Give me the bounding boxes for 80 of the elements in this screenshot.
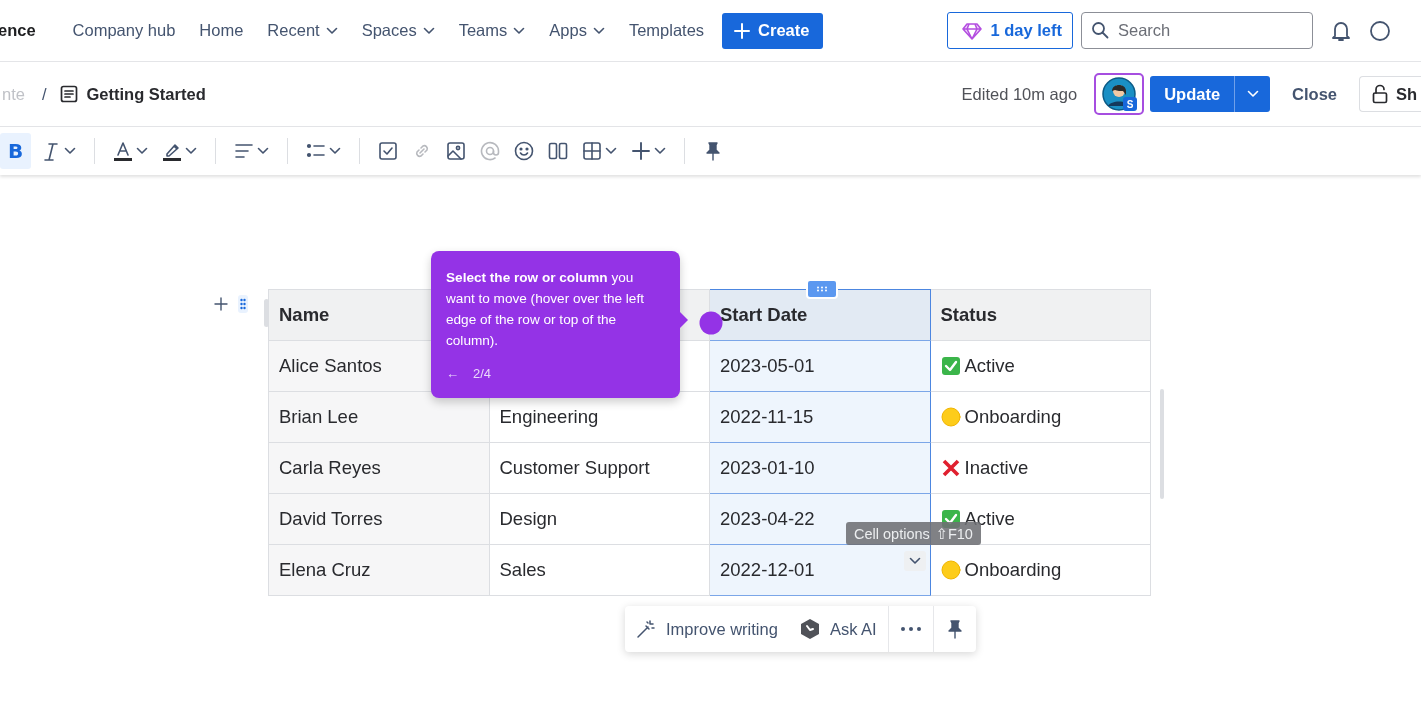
trial-button[interactable]: 1 day left bbox=[947, 12, 1073, 49]
chevron-down-icon bbox=[605, 147, 618, 155]
edited-time: Edited 10m ago bbox=[961, 84, 1078, 104]
avatar-badge: S bbox=[1123, 97, 1138, 111]
table-cell: Brian Lee bbox=[268, 391, 489, 443]
row-drag-handle[interactable] bbox=[238, 295, 248, 313]
table-cell: 2022-11-15 bbox=[709, 391, 930, 443]
step-counter: 2/4 bbox=[473, 365, 492, 383]
back-button[interactable]: ← bbox=[446, 363, 459, 384]
hexagon-icon bbox=[799, 618, 820, 640]
grip-icon bbox=[816, 286, 828, 292]
magic-wand-icon bbox=[636, 619, 656, 639]
table-cell: 2023-05-01 bbox=[709, 340, 930, 392]
page-title: Getting Started bbox=[86, 84, 207, 104]
nav-link[interactable]: Spaces bbox=[361, 21, 435, 40]
plus-icon bbox=[734, 22, 751, 39]
chevron-down-icon bbox=[64, 147, 77, 155]
checkbox-icon bbox=[378, 140, 399, 162]
update-options-button[interactable] bbox=[1234, 76, 1271, 112]
status-text: Inactive bbox=[964, 457, 1029, 479]
nav-link[interactable]: Home bbox=[199, 21, 244, 40]
status-text: Onboarding bbox=[964, 406, 1062, 428]
cell-options-button[interactable] bbox=[903, 551, 926, 571]
close-button[interactable]: Close bbox=[1292, 84, 1337, 104]
table-cell: Sales bbox=[489, 544, 710, 596]
status-text: Onboarding bbox=[964, 559, 1062, 581]
breadcrumb-separator: / bbox=[41, 84, 47, 104]
nav-link[interactable]: Recent bbox=[267, 21, 338, 40]
chevron-down-icon bbox=[325, 26, 338, 35]
table-cell: 2022-12-01 bbox=[720, 559, 815, 581]
share-button[interactable]: Sh bbox=[1359, 76, 1421, 112]
table-cell: Carla Reyes bbox=[268, 442, 489, 494]
scrollbar[interactable] bbox=[1160, 389, 1164, 499]
column-header[interactable]: Status bbox=[930, 289, 1151, 341]
table-cell: 2023-01-10 bbox=[709, 442, 930, 494]
plus-icon bbox=[631, 140, 652, 162]
chevron-down-icon bbox=[908, 557, 921, 565]
improve-writing-button[interactable]: Improve writing bbox=[625, 606, 789, 652]
search-icon bbox=[1091, 21, 1109, 39]
smiley-icon bbox=[514, 140, 535, 162]
create-button[interactable]: Create bbox=[722, 12, 824, 49]
image-icon bbox=[446, 140, 467, 162]
column-header[interactable]: Start Date bbox=[709, 289, 930, 341]
column-drag-handle[interactable] bbox=[806, 279, 838, 299]
more-icon bbox=[899, 626, 922, 632]
chevron-down-icon bbox=[654, 147, 667, 155]
table-cell: Elena Cruz bbox=[268, 544, 489, 596]
nav-link[interactable]: Company hub bbox=[72, 21, 176, 40]
nav-link[interactable]: Apps bbox=[549, 21, 605, 40]
chevron-down-icon bbox=[422, 26, 435, 35]
chevron-down-icon bbox=[185, 147, 198, 155]
status-text: Active bbox=[964, 355, 1015, 377]
page-icon bbox=[59, 85, 78, 103]
text-color-icon bbox=[113, 140, 134, 162]
table-icon bbox=[582, 140, 603, 162]
table-cell: Design bbox=[489, 493, 710, 545]
chevron-down-icon bbox=[257, 147, 270, 155]
chevron-down-icon bbox=[329, 147, 342, 155]
grip-icon bbox=[240, 298, 246, 310]
chevron-down-icon bbox=[136, 147, 149, 155]
chevron-down-icon bbox=[1246, 90, 1259, 98]
avatar-button[interactable]: S bbox=[1094, 73, 1145, 115]
table-cell: David Torres bbox=[268, 493, 489, 545]
nav-link[interactable]: Teams bbox=[458, 21, 526, 40]
plus-icon[interactable] bbox=[214, 297, 228, 311]
hotspot-dot bbox=[699, 311, 723, 335]
gem-icon bbox=[962, 21, 983, 40]
nav-link[interactable]: Templates bbox=[628, 21, 705, 40]
bell-icon[interactable] bbox=[1331, 19, 1351, 42]
tooltip-label: Cell options bbox=[854, 525, 930, 542]
at-sign-icon bbox=[480, 140, 501, 162]
bold-button[interactable]: B bbox=[0, 133, 32, 169]
chevron-down-icon bbox=[513, 26, 526, 35]
ask-ai-button[interactable]: Ask AI bbox=[788, 606, 888, 652]
lock-icon bbox=[1372, 84, 1388, 104]
columns-icon bbox=[548, 140, 569, 162]
update-button[interactable]: Update bbox=[1150, 76, 1235, 112]
search-field[interactable]: Search bbox=[1081, 12, 1313, 49]
table-cell: Customer Support bbox=[489, 442, 710, 494]
chevron-down-icon bbox=[592, 26, 605, 35]
